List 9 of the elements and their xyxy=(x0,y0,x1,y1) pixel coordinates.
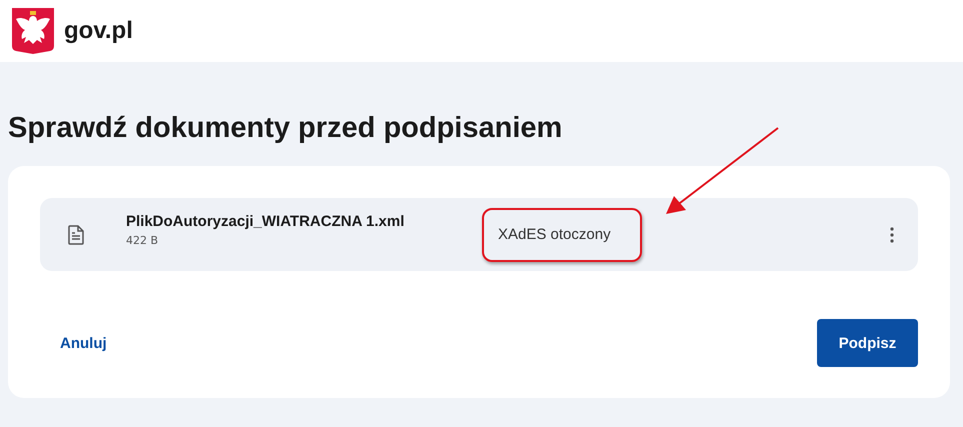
file-name: PlikDoAutoryzacji_WIATRACZNA 1.xml xyxy=(126,212,406,230)
document-icon xyxy=(68,224,84,244)
signature-format: XAdES otoczony xyxy=(498,226,611,243)
site-logo-text[interactable]: gov.pl xyxy=(64,17,133,45)
sign-button[interactable]: Podpisz xyxy=(817,319,918,367)
cancel-link[interactable]: Anuluj xyxy=(60,334,107,352)
page-title: Sprawdź dokumenty przed podpisaniem xyxy=(8,111,564,146)
emblem-icon xyxy=(12,8,54,54)
file-size: 422 B xyxy=(126,234,160,246)
